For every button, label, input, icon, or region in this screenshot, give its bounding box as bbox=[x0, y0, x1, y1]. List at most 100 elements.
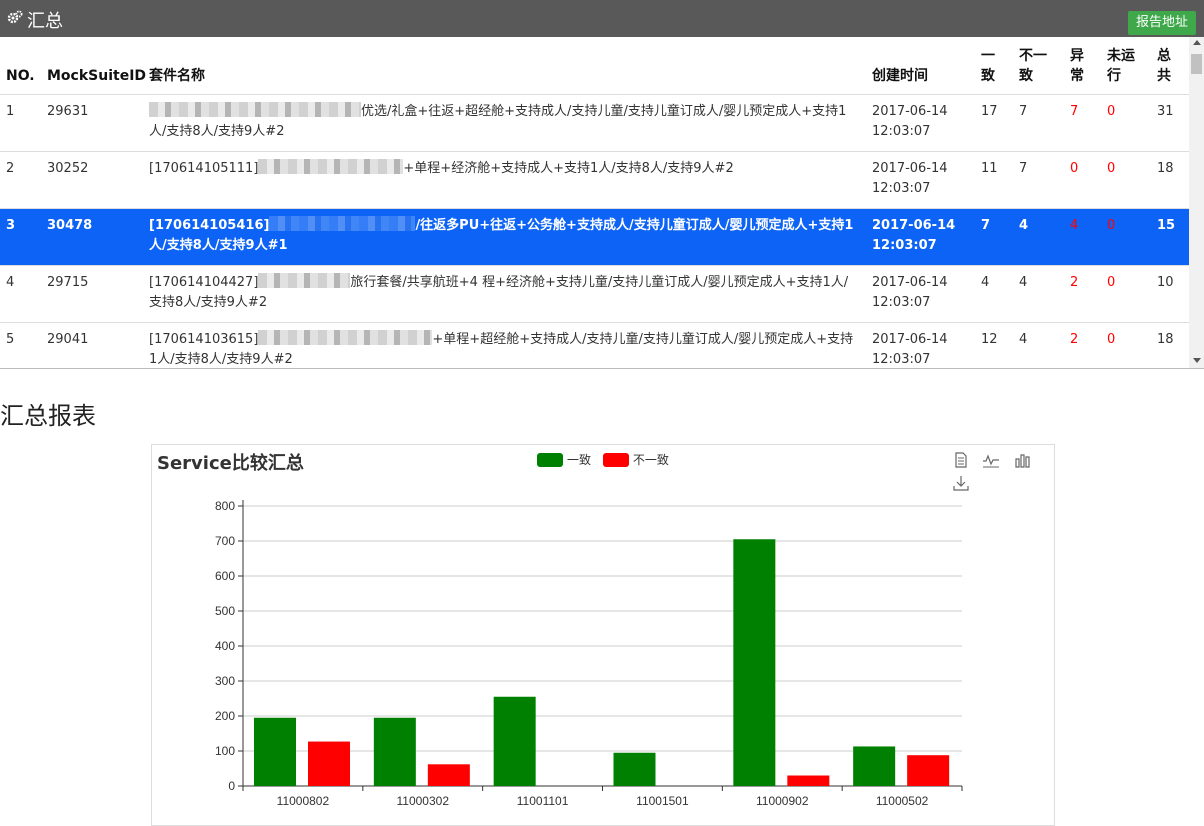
y-tick-label: 700 bbox=[215, 534, 235, 548]
bar-same bbox=[853, 746, 896, 786]
scrollbar-thumb[interactable] bbox=[1191, 54, 1202, 74]
report-address-button[interactable]: 报告地址 bbox=[1128, 11, 1196, 35]
suite-name-prefix: [170614103615] bbox=[149, 331, 259, 347]
x-tick-label: 11000302 bbox=[397, 794, 450, 808]
cell-not-run: 0 bbox=[1101, 322, 1151, 368]
col-header-mocksuiteid[interactable]: MockSuiteID bbox=[41, 37, 146, 95]
suite-name-prefix: [170614104427] bbox=[149, 274, 259, 290]
col-header-not-run[interactable]: 未运行 bbox=[1101, 37, 1151, 95]
cell-total: 18 bbox=[1151, 322, 1189, 368]
cell-no: 5 bbox=[0, 322, 41, 368]
y-tick-label: 800 bbox=[215, 499, 235, 513]
col-header-diff[interactable]: 不一致 bbox=[1013, 37, 1064, 95]
cell-created-time: 2017-06-14 12:03:07 bbox=[866, 94, 975, 152]
bar-diff bbox=[907, 755, 950, 786]
cell-created-time: 2017-06-14 12:03:07 bbox=[866, 265, 975, 323]
cell-mocksuiteid: 29715 bbox=[41, 265, 143, 323]
cell-error: 2 bbox=[1064, 265, 1101, 323]
suite-name-prefix: [170614105416] bbox=[149, 217, 270, 233]
y-tick-label: 0 bbox=[228, 779, 235, 793]
cell-diff: 4 bbox=[1013, 208, 1064, 266]
cell-suite-name: 优选/礼盒+往返+超经舱+支持成人/支持儿童/支持儿童订成人/婴儿预定成人+支持… bbox=[143, 94, 866, 152]
cell-error: 2 bbox=[1064, 322, 1101, 368]
col-header-created-time[interactable]: 创建时间 bbox=[866, 37, 975, 95]
y-tick-label: 300 bbox=[215, 674, 235, 688]
cell-same: 11 bbox=[975, 151, 1013, 209]
bar-diff bbox=[427, 764, 470, 786]
table-row[interactable]: 3 30478 [170614105416]/往返多PU+往返+公务舱+支持成人/支… bbox=[0, 208, 1189, 266]
cell-not-run: 0 bbox=[1101, 151, 1151, 209]
cell-diff: 7 bbox=[1013, 94, 1064, 152]
y-tick-label: 500 bbox=[215, 604, 235, 618]
x-tick-label: 11000802 bbox=[277, 794, 330, 808]
table-row[interactable]: 5 29041 [170614103615] +单程+超经舱+支持成人/支持儿童/支持… bbox=[0, 322, 1189, 368]
cell-mocksuiteid: 29631 bbox=[41, 94, 143, 152]
cell-suite-name: [170614104427] 旅行套餐/共享航班+4 程+经济舱+支持儿童/支持儿… bbox=[143, 265, 866, 323]
cell-no: 1 bbox=[0, 94, 41, 152]
cell-mocksuiteid: 30478 bbox=[41, 208, 143, 266]
redacted-text bbox=[258, 272, 351, 288]
cell-created-time: 2017-06-14 12:03:07 bbox=[866, 208, 975, 266]
cell-error: 7 bbox=[1064, 94, 1101, 152]
table-row[interactable]: 4 29715 [170614104427] 旅行套餐/共享航班+4 程+经济舱+支持… bbox=[0, 265, 1189, 323]
bar-same bbox=[254, 717, 296, 786]
cell-created-time: 2017-06-14 12:03:07 bbox=[866, 322, 975, 368]
cell-total: 18 bbox=[1151, 151, 1189, 209]
col-header-suite-name[interactable]: 套件名称 bbox=[143, 37, 866, 95]
cell-total: 31 bbox=[1151, 94, 1189, 152]
bar-same bbox=[373, 717, 416, 786]
x-tick-label: 11000502 bbox=[876, 794, 929, 808]
cell-no: 3 bbox=[0, 208, 41, 266]
cell-no: 4 bbox=[0, 265, 41, 323]
cell-created-time: 2017-06-14 12:03:07 bbox=[866, 151, 975, 209]
cell-error: 4 bbox=[1064, 208, 1101, 266]
table-row[interactable]: 2 30252 [170614105111] +单程+经济舱+支持成人+支持1人/支持… bbox=[0, 151, 1189, 209]
section-title: 汇总报表 bbox=[0, 402, 96, 430]
cell-not-run: 0 bbox=[1101, 94, 1151, 152]
page-title: 汇总 bbox=[27, 11, 63, 32]
cell-mocksuiteid: 30252 bbox=[41, 151, 143, 209]
redacted-text bbox=[149, 101, 361, 117]
y-tick-label: 400 bbox=[215, 639, 235, 653]
cell-total: 10 bbox=[1151, 265, 1189, 323]
bar-same bbox=[493, 696, 536, 786]
col-header-error[interactable]: 异常 bbox=[1064, 37, 1101, 95]
cell-suite-name: [170614105416]/往返多PU+往返+公务舱+支持成人/支持儿童订成人… bbox=[143, 208, 866, 266]
y-tick-label: 200 bbox=[215, 709, 235, 723]
table-header-row: NO. MockSuiteID 套件名称 创建时间 一致 不一致 异常 未运行 … bbox=[0, 37, 1189, 95]
cell-diff: 7 bbox=[1013, 151, 1064, 209]
cell-same: 17 bbox=[975, 94, 1013, 152]
cell-mocksuiteid: 29041 bbox=[41, 322, 143, 368]
redacted-text bbox=[269, 215, 416, 231]
redacted-text bbox=[258, 158, 404, 174]
redacted-text bbox=[258, 329, 433, 345]
cell-not-run: 0 bbox=[1101, 208, 1151, 266]
bar-diff bbox=[787, 775, 830, 786]
bar-chart-canvas: 0 100 200 300 400 500 600 700 800 11000802 1100030… bbox=[215, 499, 963, 808]
table-scrollbar[interactable] bbox=[1189, 37, 1204, 368]
cell-suite-name: [170614103615] +单程+超经舱+支持成人/支持儿童/支持儿童订成人/… bbox=[143, 322, 866, 368]
x-tick-label: 11001501 bbox=[636, 794, 689, 808]
cell-same: 4 bbox=[975, 265, 1013, 323]
x-tick-label: 11000902 bbox=[756, 794, 809, 808]
col-header-no[interactable]: NO. bbox=[0, 37, 41, 95]
cell-suite-name: [170614105111] +单程+经济舱+支持成人+支持1人/支持8人/支持9… bbox=[143, 151, 866, 209]
table-row[interactable]: 1 29631 优选/礼盒+往返+超经舱+支持成人/支持儿童/支持儿童订成人/婴儿预… bbox=[0, 94, 1189, 152]
cell-error: 0 bbox=[1064, 151, 1101, 209]
scroll-down-arrow-icon[interactable] bbox=[1193, 358, 1201, 363]
service-compare-chart: Service比较汇总 一致 不一致 0 100 200 300 400 500 600 70… bbox=[151, 444, 1055, 826]
cell-same: 12 bbox=[975, 322, 1013, 368]
top-bar: 汇总 报告地址 bbox=[0, 0, 1204, 37]
y-tick-label: 600 bbox=[215, 569, 235, 583]
summary-table: NO. MockSuiteID 套件名称 创建时间 一致 不一致 异常 未运行 … bbox=[0, 37, 1189, 368]
col-header-same[interactable]: 一致 bbox=[975, 37, 1013, 95]
col-header-total[interactable]: 总共 bbox=[1151, 37, 1189, 95]
cell-total: 15 bbox=[1151, 208, 1189, 266]
summary-table-container[interactable]: NO. MockSuiteID 套件名称 创建时间 一致 不一致 异常 未运行 … bbox=[0, 37, 1204, 369]
suite-name-text: +单程+经济舱+支持成人+支持1人/支持8人/支持9人#2 bbox=[403, 160, 734, 176]
cell-not-run: 0 bbox=[1101, 265, 1151, 323]
gears-icon bbox=[7, 10, 23, 24]
suite-name-prefix: [170614105111] bbox=[149, 160, 259, 176]
cell-diff: 4 bbox=[1013, 265, 1064, 323]
scroll-up-arrow-icon[interactable] bbox=[1193, 40, 1201, 45]
